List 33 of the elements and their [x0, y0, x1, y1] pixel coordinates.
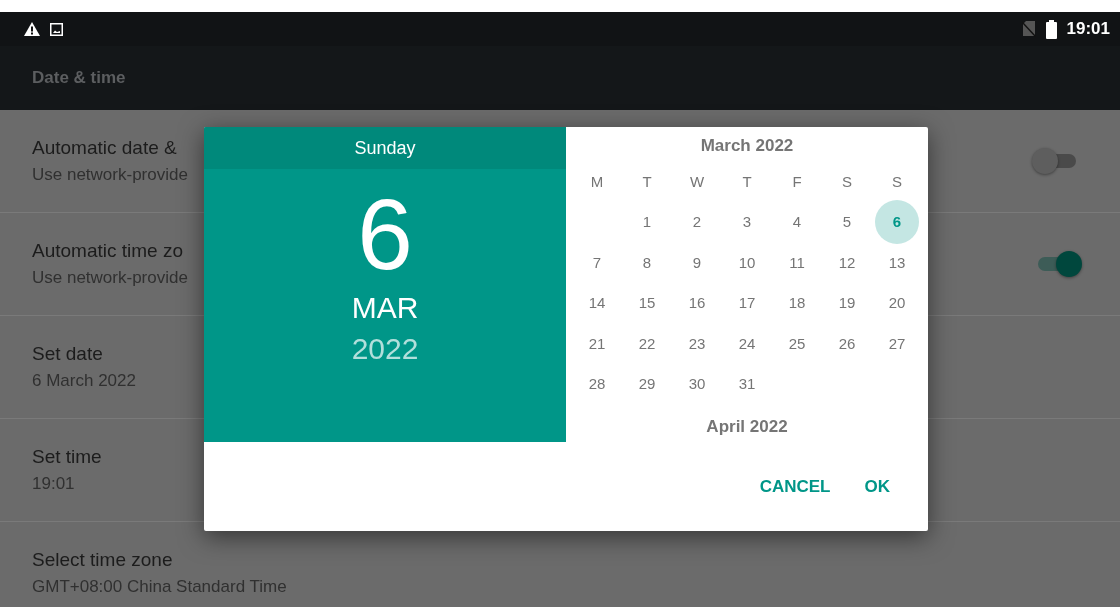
- warning-icon: [24, 22, 40, 36]
- battery-icon: [1045, 19, 1057, 39]
- weekday-header: S: [892, 172, 902, 190]
- setting-title: Select time zone: [32, 549, 174, 571]
- settings-row[interactable]: Select time zone GMT+08:00 China Standard Time: [0, 522, 1120, 607]
- setting-title: Automatic date &: [32, 137, 178, 159]
- month-title: March 2022: [700, 135, 794, 157]
- dialog-button[interactable]: CANCEL: [749, 468, 841, 505]
- weekday-header: S: [842, 172, 852, 190]
- calendar-day[interactable]: 6: [875, 199, 919, 244]
- setting-summary: Use network-provide: [32, 268, 188, 288]
- weekday-header: W: [689, 172, 705, 190]
- toolbar-title: Date & time: [32, 68, 126, 88]
- setting-title: Set date: [32, 343, 104, 365]
- clock-time: 19:01: [1066, 19, 1110, 39]
- weekday-header: M: [590, 172, 604, 190]
- setting-title: Automatic time zo: [32, 240, 184, 262]
- image-icon: [50, 22, 63, 36]
- setting-title: Set time: [32, 446, 102, 468]
- dialog-button[interactable]: OK: [854, 468, 900, 505]
- selected-day: 6: [357, 179, 413, 289]
- selected-month: MAR: [351, 290, 419, 326]
- setting-summary: Use network-provide: [32, 165, 188, 185]
- setting-summary: GMT+08:00 China Standard Time: [32, 577, 287, 597]
- setting-summary: 19:01: [32, 474, 76, 494]
- weekday-header: F: [792, 172, 802, 190]
- month-title: April 2022: [706, 416, 788, 438]
- setting-summary: 6 March 2022: [32, 371, 136, 391]
- weekday-header: T: [742, 172, 752, 190]
- weekday-header: T: [642, 172, 652, 190]
- selected-year[interactable]: 2022: [351, 327, 419, 371]
- weekday-label: Sunday: [354, 137, 416, 159]
- no-sim-icon: [1021, 21, 1036, 37]
